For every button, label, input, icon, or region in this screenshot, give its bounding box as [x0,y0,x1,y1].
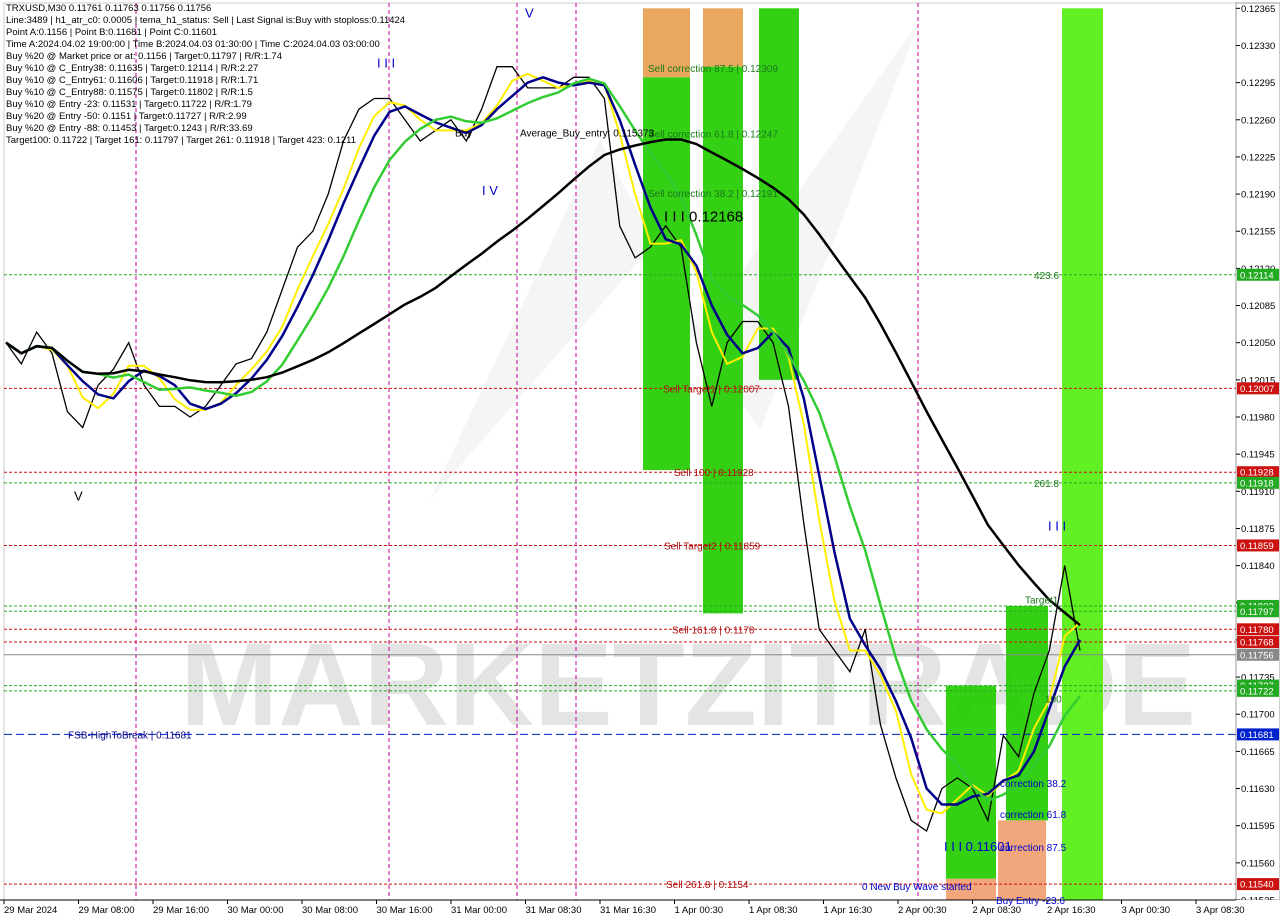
y-tick-label: 0.11665 [1241,747,1275,758]
price-label: 0.11918 [1240,478,1274,489]
chart-annotation: FSB-HighToBreak | 0.11681 [68,730,192,741]
info-line: Line:3489 | h1_atr_c0: 0.0005 | tema_h1_… [6,15,406,26]
info-line: TRXUSD,M30 0.11761 0.11763 0.11756 0.117… [6,3,212,14]
x-tick-label: 3 Apr 00:30 [1122,905,1171,916]
y-tick-label: 0.12225 [1241,152,1275,163]
y-tick-label: 0.11945 [1241,450,1275,461]
chart-annotation: correction 38.2 [1000,779,1067,790]
chart-annotation: I I I 0.12168 [664,208,743,225]
info-line: Point A:0.1156 | Point B:0.11681 | Point… [6,27,217,38]
info-line: Buy %20 @ Entry -88: 0.11453 | Target:0.… [6,123,253,134]
chart-annotation: Average_Buy_entry: 0.115373 [520,129,655,140]
y-tick-label: 0.12050 [1241,338,1275,349]
x-tick-label: 30 Mar 08:00 [302,905,358,916]
x-tick-label: 31 Mar 16:30 [600,905,656,916]
price-label: 0.11859 [1240,541,1274,552]
y-tick-label: 0.12155 [1241,227,1275,238]
price-label: 0.11768 [1240,638,1274,649]
chart-annotation: Sell correction 38.2 | 0.12191 [648,189,778,200]
x-tick-label: 2 Apr 00:30 [898,905,947,916]
x-tick-label: 29 Mar 08:00 [79,905,135,916]
price-label: 0.12007 [1240,384,1274,395]
chart-annotation: correction 61.8 [1000,810,1067,821]
chart-annotation: 0 New Buy Wave started [862,882,972,893]
price-label: 0.11722 [1240,686,1274,697]
chart-annotation: 100 [1045,694,1062,705]
x-tick-label: 3 Apr 08:30 [1196,905,1245,916]
y-tick-label: 0.11595 [1241,821,1275,832]
y-tick-label: 0.12330 [1241,41,1275,52]
info-line: Buy %10 @ C_Entry61: 0.11606 | Target:0.… [6,75,259,86]
price-label: 0.11756 [1240,650,1274,661]
chart-annotation: Sell 261.8 | 0.1154 [666,880,749,891]
signal-zone [998,820,1046,900]
price-label: 0.12114 [1240,270,1274,281]
chart-annotation: 261.8 [1034,479,1059,490]
chart-annotation: Sell 161.8 | 0.1178 [672,625,755,636]
signal-zone [1062,8,1103,901]
x-tick-label: 1 Apr 00:30 [675,905,724,916]
price-label: 0.11797 [1240,607,1274,618]
x-tick-label: 29 Mar 2024 [4,905,57,916]
price-label: 0.11780 [1240,625,1274,636]
x-tick-label: 31 Mar 00:00 [451,905,507,916]
y-tick-label: 0.11700 [1241,710,1275,721]
y-tick-label: 0.11875 [1241,524,1275,535]
chart-annotation: Sell correction 87.5 | 0.12309 [648,64,778,75]
info-line: Buy %10 @ C_Entry88: 0.11575 | Target:0.… [6,87,253,98]
chart-annotation: Target1 [1025,596,1059,607]
chart-annotation: Buy Entry -23.6 [996,896,1065,907]
info-line: Buy %10 @ Entry -23: 0.11531 | Target:0.… [6,99,252,110]
info-line: Time A:2024.04.02 19:00:00 | Time B:2024… [6,39,380,50]
chart-annotation: Sell correction 61.8 | 0.12247 [648,130,778,141]
y-tick-label: 0.12085 [1241,301,1275,312]
chart-annotation: V [74,489,83,504]
chart-annotation: Sell Target1 | 0.12007 [663,384,760,395]
y-tick-label: 0.11980 [1241,413,1275,424]
y-tick-label: 0.12190 [1241,190,1275,201]
chart-annotation: Buy [455,129,472,140]
chart-annotation: Sell Target2 | 0.11859 [664,541,761,552]
x-tick-label: 1 Apr 08:30 [749,905,798,916]
chart-annotation: I I I 0.11601 [944,839,1012,854]
x-tick-label: 1 Apr 16:30 [824,905,873,916]
x-tick-label: 30 Mar 16:00 [377,905,433,916]
chart-annotation: I I I [1048,518,1066,533]
info-line: Buy %20 @ Market price or at: 0.1156 | T… [6,51,282,62]
price-label: 0.11540 [1240,880,1274,891]
info-line: Buy %20 @ Entry -50: 0.1151 | Target:0.1… [6,111,247,122]
chart-annotation: 423.6 [1034,271,1059,282]
info-line: Buy %10 @ C_Entry38: 0.11635 | Target:0.… [6,63,259,74]
chart-annotation: V [525,6,534,21]
y-tick-label: 0.12260 [1241,115,1275,126]
x-tick-label: 31 Mar 08:30 [526,905,582,916]
x-tick-label: 30 Mar 00:00 [228,905,284,916]
y-tick-label: 0.11630 [1241,784,1275,795]
y-tick-label: 0.12365 [1241,4,1275,15]
signal-zone [703,66,743,614]
x-tick-label: 29 Mar 16:00 [153,905,209,916]
price-label: 0.11681 [1240,730,1274,741]
signal-zone [703,8,743,67]
info-line: Target100: 0.11722 | Target 161: 0.11797… [6,135,357,146]
y-tick-label: 0.11560 [1241,858,1275,869]
chart-annotation: I V [482,183,498,198]
y-tick-label: 0.11840 [1241,561,1275,572]
indicator-info-panel: TRXUSD,M30 0.11761 0.11763 0.11756 0.117… [6,3,405,147]
chart-annotation: Sell 100 | 0.11928 [674,468,754,479]
y-tick-label: 0.12295 [1241,78,1275,89]
